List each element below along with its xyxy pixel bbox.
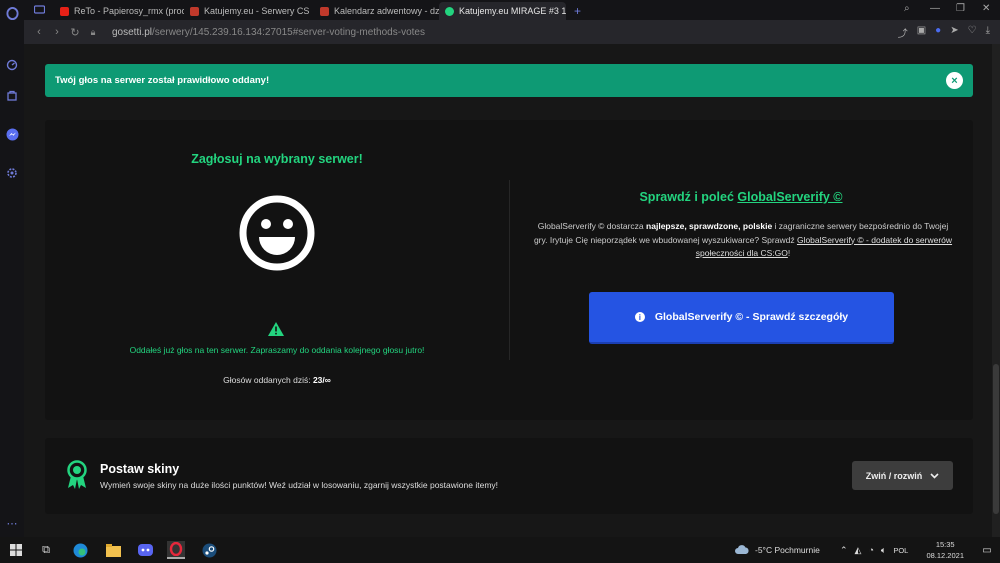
url-path: /serwery/145.239.16.134:27015#server-vot… <box>152 26 425 38</box>
lock-icon: 🔒︎ <box>90 26 96 37</box>
serverify-title-link[interactable]: GlobalServerify © <box>737 190 842 204</box>
new-tab-button[interactable]: + <box>568 2 586 20</box>
tab-label: ReTo - Papierosy_rmx (proc <box>74 6 184 16</box>
minimize-icon[interactable]: — <box>930 3 940 14</box>
share-icon[interactable]: ⤴ <box>898 25 908 40</box>
settings-gear-icon[interactable] <box>5 166 19 180</box>
tab-kalendarz[interactable]: Kalendarz adwentowy - dz ✕ <box>314 2 439 20</box>
info-icon: i <box>634 312 645 322</box>
scrollbar-thumb[interactable] <box>993 364 999 514</box>
task-view-icon[interactable]: ⧉ <box>37 541 55 559</box>
back-icon[interactable]: ‹ <box>30 26 48 38</box>
network-icon[interactable]: ◭ <box>855 545 862 556</box>
alert-message: Twój głos na serwer został prawidłowo od… <box>55 75 270 86</box>
page-scrollbar[interactable] <box>992 44 1000 537</box>
flow-icon[interactable]: ➤ <box>950 25 958 40</box>
chevron-down-icon <box>930 472 939 479</box>
screen: ⋯ ReTo - Papierosy_rmx (proc Katujemy.eu… <box>0 0 1000 563</box>
serverify-desc-end: ! <box>787 248 791 258</box>
serverify-title: Sprawdź i poleć GlobalServerify © <box>509 190 973 204</box>
address-bar-tools: ⤴ ▣ ● ➤ ♡ ⤓ <box>898 25 990 40</box>
heart-icon[interactable]: ♡ <box>968 25 977 40</box>
steam-icon[interactable] <box>200 541 218 559</box>
forward-icon[interactable]: › <box>48 26 66 38</box>
votes-today-value: 23/∞ <box>312 375 331 385</box>
file-explorer-icon[interactable] <box>104 541 122 559</box>
cloud-icon <box>735 545 749 554</box>
vpn-shield-icon[interactable]: ● <box>935 25 941 40</box>
discord-icon[interactable] <box>136 541 154 559</box>
clock-time: 15:35 <box>935 540 955 549</box>
volume-icon[interactable]: 🔈︎ <box>881 545 886 556</box>
opera-sidebar: ⋯ <box>0 0 24 537</box>
restore-icon[interactable]: ❐ <box>956 3 965 14</box>
notifications-icon[interactable]: ▭ <box>978 541 996 559</box>
weather-widget[interactable]: -5°C Pochmurnie <box>734 537 820 563</box>
toggle-label: Zwiń / rozwiń <box>865 470 923 481</box>
plus-icon: + <box>574 4 582 18</box>
voting-card: Zagłosuj na wybrany serwer! Oddałeś już … <box>45 120 973 420</box>
weather-text: -5°C Pochmurnie <box>755 545 820 555</box>
serverify-desc-part1: GlobalServerify © dostarcza <box>537 221 644 231</box>
windows-start-icon[interactable] <box>7 541 25 559</box>
windows-taskbar: ⧉ -5°C Pochmurnie ⌃ ◭ ◔ 🔈︎ POL 15:35 08.… <box>0 537 1000 563</box>
serverify-button-label: GlobalServerify © - Sprawdź szczegóły <box>654 311 849 323</box>
award-ribbon-icon <box>67 460 87 489</box>
votes-today-label: Głosów oddanych dziś: <box>223 375 311 385</box>
clock[interactable]: 15:35 08.12.2021 <box>926 539 964 561</box>
skins-title: Postaw skiny <box>100 462 180 476</box>
collapse-expand-button[interactable]: Zwiń / rozwiń <box>852 461 953 490</box>
site-favicon-icon <box>445 6 454 16</box>
site-favicon-icon <box>190 6 199 16</box>
site-favicon-icon <box>320 6 329 16</box>
address-bar: ‹ › ↻ 🔒︎ gosetti.pl/serwery/145.239.16.1… <box>24 20 1000 44</box>
workspaces-icon[interactable] <box>32 3 46 17</box>
serverify-title-prefix: Sprawdź i poleć <box>639 190 734 204</box>
edge-icon[interactable] <box>71 541 89 559</box>
tab-label: Kalendarz adwentowy - dz <box>334 6 439 16</box>
skins-card: Postaw skiny Wymień swoje skiny na duże … <box>45 438 973 514</box>
tab-bar: ReTo - Papierosy_rmx (proc Katujemy.eu -… <box>24 0 1000 20</box>
vote-title: Zagłosuj na wybrany serwer! <box>191 152 363 166</box>
tab-katujemy-serwery[interactable]: Katujemy.eu - Serwery CS ✕ <box>184 2 314 20</box>
votes-today: Głosów oddanych dziś: 23/∞ <box>45 375 509 385</box>
close-window-icon[interactable]: ✕ <box>982 3 990 14</box>
wifi-icon[interactable]: ◔ <box>868 545 873 555</box>
tab-label: Katujemy.eu MIRAGE #3 1. <box>459 6 566 16</box>
serverify-description: GlobalServerify © dostarcza najlepsze, s… <box>533 220 953 261</box>
tray-chevron-up-icon[interactable]: ⌃ <box>840 545 848 556</box>
clock-date: 08.12.2021 <box>926 551 964 560</box>
system-tray: ⌃ ◭ ◔ 🔈︎ POL <box>840 537 908 563</box>
reload-icon[interactable]: ↻ <box>66 26 84 39</box>
more-dots-icon[interactable]: ⋯ <box>5 516 19 530</box>
youtube-favicon-icon <box>60 6 69 16</box>
already-voted-message: Oddałeś już głos na ten serwer. Zaprasza… <box>129 345 425 355</box>
serverify-desc-bold: najlepsze, sprawdzone, polskie <box>646 221 773 231</box>
column-divider <box>509 180 510 360</box>
tab-label: Katujemy.eu - Serwery CS <box>204 6 310 16</box>
camera-icon[interactable]: ▣ <box>917 25 926 40</box>
language-indicator[interactable]: POL <box>893 546 908 555</box>
page-content: Twój głos na serwer został prawidłowo od… <box>24 44 992 537</box>
warning-icon <box>268 322 284 336</box>
alert-close-icon[interactable]: × <box>946 72 963 89</box>
skins-description: Wymień swoje skiny na duże ilości punktó… <box>100 480 499 490</box>
url-field[interactable]: gosetti.pl/serwery/145.239.16.134:27015#… <box>112 27 425 38</box>
tab-reto[interactable]: ReTo - Papierosy_rmx (proc <box>54 2 184 20</box>
shopping-bag-icon[interactable] <box>5 88 19 102</box>
speed-dial-icon[interactable] <box>5 58 19 72</box>
serverify-details-button[interactable]: i GlobalServerify © - Sprawdź szczegóły <box>589 292 894 344</box>
smiley-icon <box>239 195 315 271</box>
opera-gx-taskbar-icon[interactable] <box>167 541 185 559</box>
tab-search-icon[interactable]: ⌕ <box>904 3 910 14</box>
tab-katujemy-mirage[interactable]: Katujemy.eu MIRAGE #3 1. <box>439 2 566 20</box>
opera-menu-icon[interactable] <box>5 6 19 20</box>
messenger-icon[interactable] <box>5 127 19 141</box>
success-alert: Twój głos na serwer został prawidłowo od… <box>45 64 973 97</box>
download-icon[interactable]: ⤓ <box>986 25 990 40</box>
url-domain: gosetti.pl <box>112 26 153 38</box>
